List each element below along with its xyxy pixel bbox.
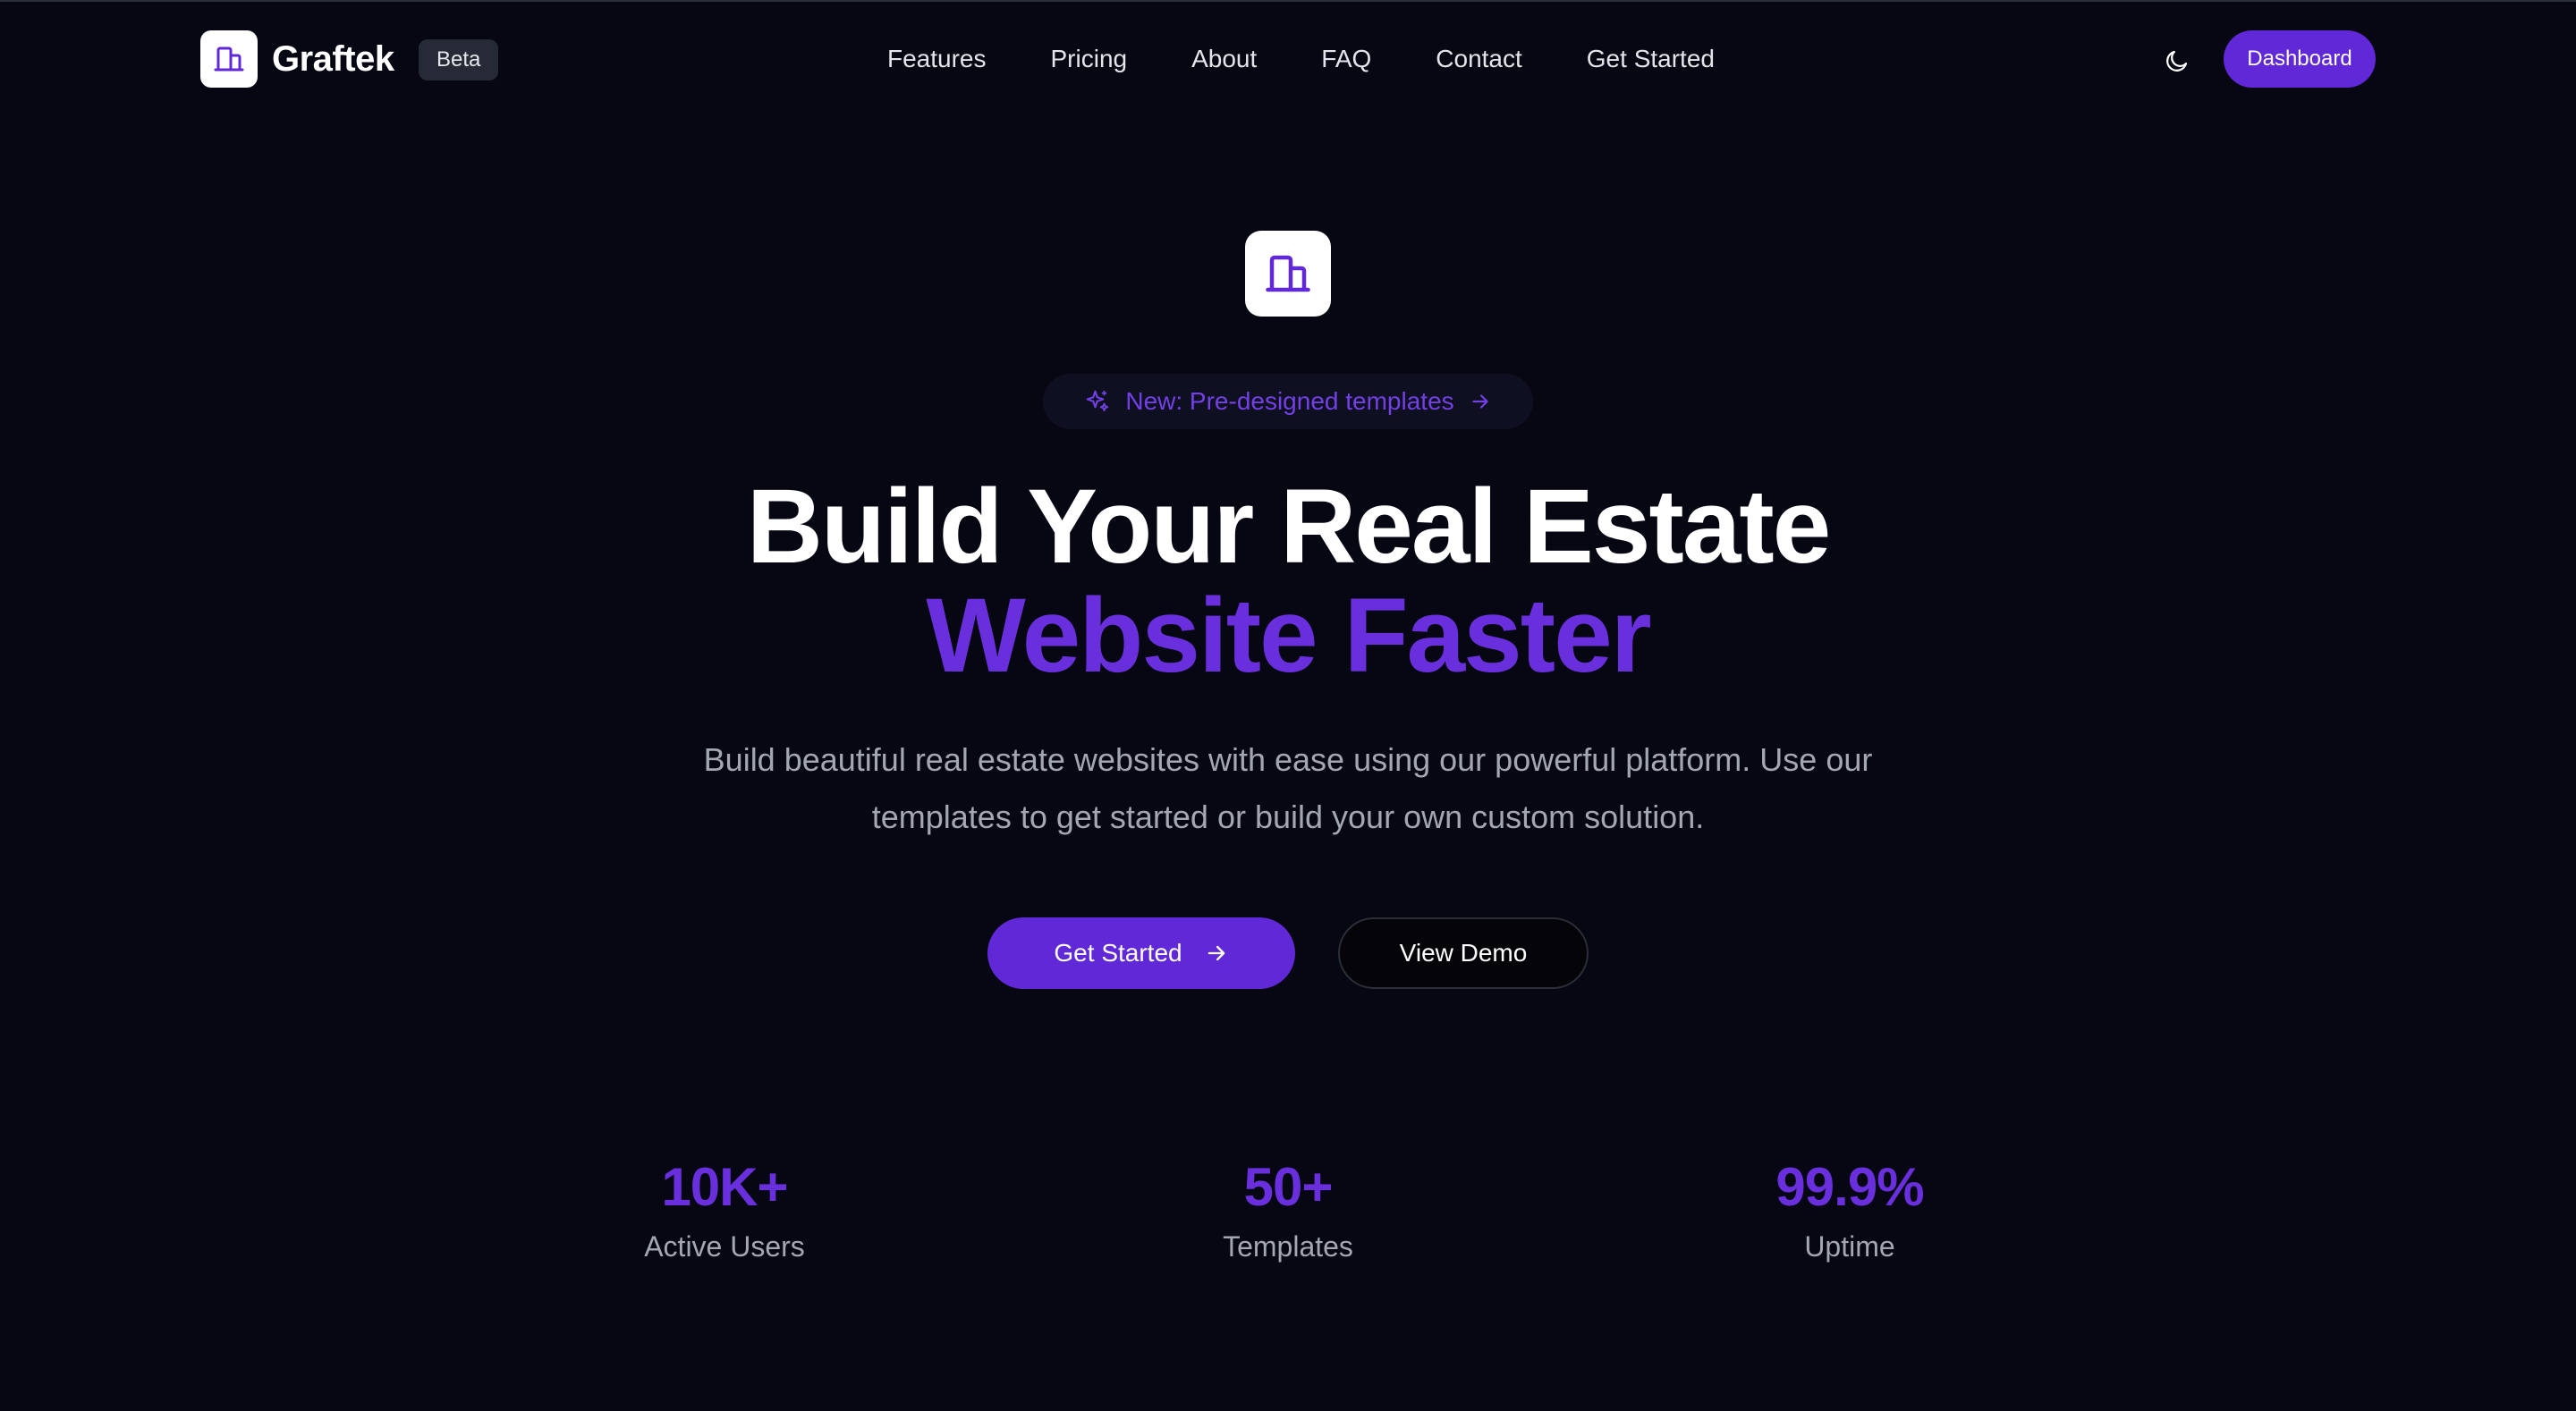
headline-line-2: Website Faster — [926, 577, 1651, 695]
stat-value: 10K+ — [661, 1157, 788, 1217]
stat-uptime: 99.9% Uptime — [1671, 1153, 2029, 1268]
nav-features[interactable]: Features — [887, 41, 987, 77]
brand-logo[interactable] — [200, 30, 258, 88]
stat-value: 50+ — [1243, 1157, 1334, 1217]
arrow-right-icon — [1471, 394, 1488, 409]
moon-icon — [2166, 50, 2188, 72]
beta-badge: Beta — [419, 39, 499, 80]
site-header: Graftek Beta Features Pricing About FAQ … — [0, 2, 2576, 116]
announcement-pill[interactable]: New: Pre-designed templates — [1043, 374, 1533, 429]
brand-name[interactable]: Graftek — [272, 38, 394, 80]
headline-line-1: Build Your Real Estate — [746, 468, 1832, 586]
stat-label: Uptime — [1804, 1230, 1895, 1263]
building-icon — [1266, 255, 1310, 292]
nav-get-started[interactable]: Get Started — [1587, 41, 1715, 77]
arrow-right-icon — [1208, 945, 1224, 961]
theme-toggle-button[interactable] — [2159, 43, 2195, 79]
hero-headline: Build Your Real Estate Website Faster — [0, 472, 2576, 690]
nav-contact[interactable]: Contact — [1436, 41, 1522, 77]
dashboard-button[interactable]: Dashboard — [2224, 30, 2376, 88]
building-icon — [214, 46, 244, 72]
stat-templates: 50+ Templates — [1109, 1153, 1467, 1268]
sparkles-icon — [1087, 390, 1109, 411]
hero-logo — [1245, 231, 1331, 317]
nav-about[interactable]: About — [1191, 41, 1257, 77]
view-demo-button[interactable]: View Demo — [1338, 917, 1589, 989]
stat-active-users: 10K+ Active Users — [546, 1153, 903, 1268]
get-started-label: Get Started — [1054, 939, 1182, 967]
announcement-text: New: Pre-designed templates — [1125, 387, 1454, 415]
main-nav: Features Pricing About FAQ Contact Get S… — [887, 41, 1715, 77]
stat-value: 99.9% — [1775, 1157, 1924, 1217]
nav-faq[interactable]: FAQ — [1321, 41, 1371, 77]
stat-label: Templates — [1223, 1230, 1353, 1263]
get-started-button[interactable]: Get Started — [987, 917, 1295, 989]
stat-label: Active Users — [644, 1230, 805, 1263]
nav-pricing[interactable]: Pricing — [1051, 41, 1128, 77]
hero-description: Build beautiful real estate websites wit… — [703, 741, 1873, 835]
